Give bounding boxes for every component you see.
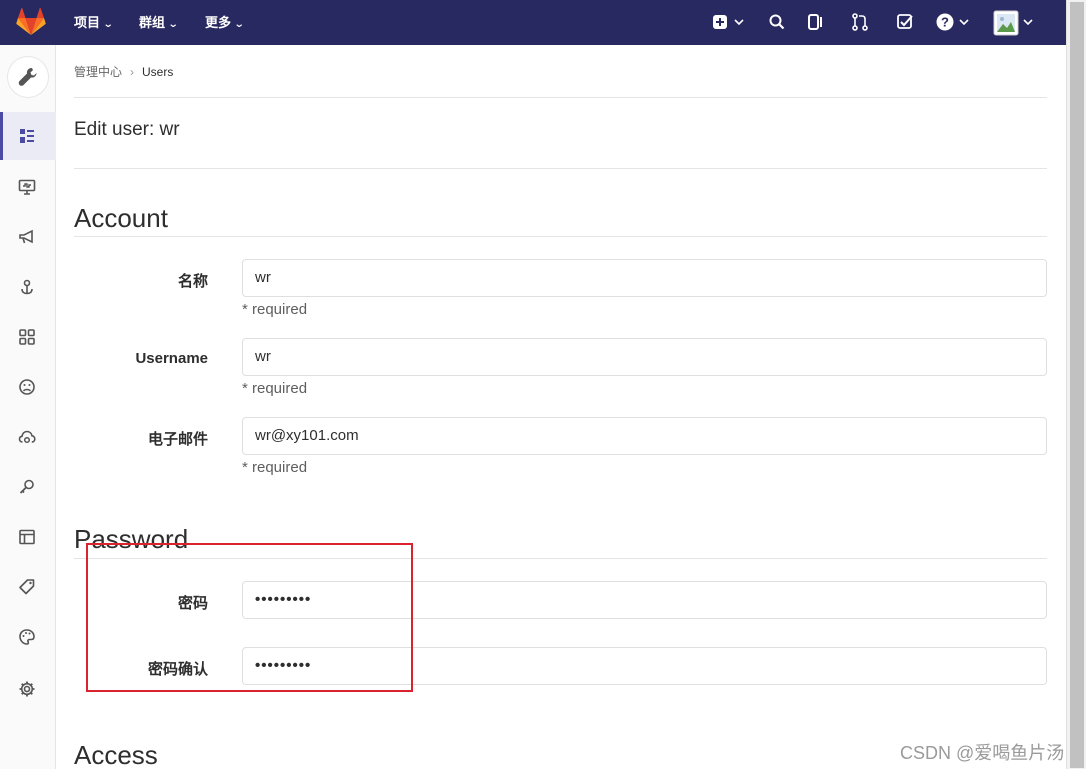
- name-label: 名称: [177, 273, 208, 290]
- monitoring-icon: [18, 179, 36, 195]
- kubernetes-icon: [18, 430, 36, 444]
- page-title: Edit user: wr: [74, 119, 180, 140]
- sidebar-item-service-templates[interactable]: [0, 513, 56, 561]
- chevron-right-icon: ›: [130, 65, 135, 79]
- sidebar-item-messages[interactable]: [0, 213, 56, 261]
- sidebar-item-kubernetes[interactable]: [0, 413, 56, 461]
- email-input[interactable]: wr@xy101.com: [242, 417, 1047, 455]
- search-icon[interactable]: [767, 12, 787, 32]
- divider: [74, 168, 1047, 169]
- plus-square-icon[interactable]: [711, 12, 747, 32]
- chevron-down-icon: ⌄: [167, 19, 179, 30]
- sidebar-item-monitoring[interactable]: [0, 163, 56, 211]
- merge-request-icon[interactable]: [850, 12, 870, 32]
- avatar[interactable]: [993, 10, 1037, 36]
- username-required-hint: * required: [242, 380, 308, 397]
- admin-sidebar: [0, 45, 56, 769]
- name-input[interactable]: wr: [242, 259, 1047, 297]
- name-required-hint: * required: [242, 301, 308, 318]
- deploy-keys-icon: [19, 479, 34, 494]
- messages-icon: [19, 229, 33, 244]
- sidebar-item-abuse-reports[interactable]: [0, 363, 56, 411]
- admin-area-header[interactable]: [8, 57, 48, 97]
- chevron-down-icon: ⌄: [233, 19, 245, 30]
- hooks-icon: [21, 279, 33, 295]
- username-label: Username: [135, 350, 208, 367]
- breadcrumb: 管理中心 › Users: [74, 63, 173, 80]
- wrench-icon: [18, 68, 37, 86]
- divider: [74, 97, 1047, 98]
- highlight-annotation-box: [86, 543, 413, 692]
- overview-icon: [20, 129, 34, 143]
- svg-text:?: ?: [941, 15, 949, 30]
- account-section-title: Account: [74, 203, 168, 233]
- sidebar-item-settings[interactable]: [0, 665, 56, 713]
- settings-icon: [19, 681, 35, 697]
- service-templates-icon: [19, 529, 35, 545]
- gitlab-logo[interactable]: [16, 8, 46, 36]
- sidebar-item-overview[interactable]: [0, 112, 56, 160]
- chevron-down-icon: ⌄: [102, 19, 114, 30]
- email-label: 电子邮件: [147, 431, 208, 448]
- watermark: CSDN @爱喝鱼片汤: [900, 743, 1065, 763]
- sidebar-item-hooks[interactable]: [0, 263, 56, 311]
- vertical-scrollbar[interactable]: [1066, 0, 1086, 769]
- divider: [74, 236, 1047, 237]
- appearance-icon: [19, 629, 35, 645]
- access-section-title: Access: [74, 740, 158, 770]
- username-input[interactable]: wr: [242, 338, 1047, 376]
- help-icon[interactable]: ?: [935, 12, 971, 32]
- labels-icon: [19, 579, 35, 595]
- sidebar-item-deploy-keys[interactable]: [0, 463, 56, 511]
- sidebar-item-labels[interactable]: [0, 563, 56, 611]
- applications-icon: [19, 329, 35, 345]
- breadcrumb-users[interactable]: Users: [142, 65, 173, 79]
- scrollbar-thumb[interactable]: [1070, 2, 1084, 768]
- top-navbar: 项目 ⌄ 群组 ⌄ 更多 ⌄ ?: [0, 0, 1066, 45]
- email-required-hint: * required: [242, 459, 308, 476]
- abuse-reports-icon: [19, 379, 35, 395]
- sidebar-item-appearance[interactable]: [0, 613, 56, 661]
- issues-icon[interactable]: [806, 12, 826, 32]
- todo-icon[interactable]: [895, 12, 915, 32]
- nav-projects[interactable]: 项目 ⌄: [74, 0, 114, 45]
- nav-groups[interactable]: 群组 ⌄: [139, 0, 179, 45]
- nav-more[interactable]: 更多 ⌄: [205, 0, 245, 45]
- breadcrumb-admin-area[interactable]: 管理中心: [74, 65, 122, 79]
- sidebar-item-applications[interactable]: [0, 313, 56, 361]
